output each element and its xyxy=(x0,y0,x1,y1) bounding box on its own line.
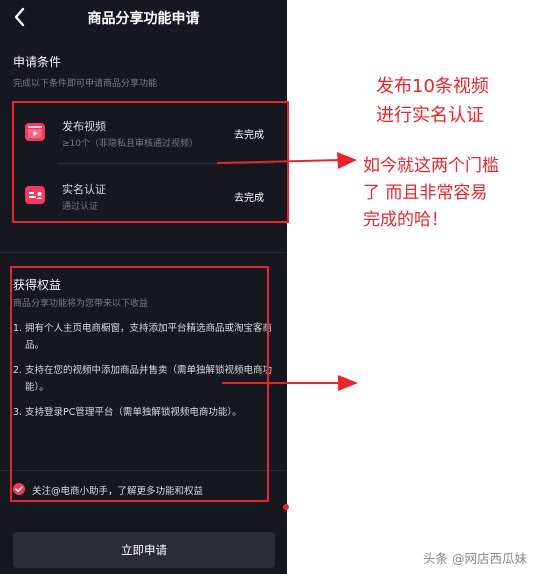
conditions-title: 申请条件 xyxy=(13,55,62,69)
apply-now-button[interactable]: 立即申请 xyxy=(13,532,275,568)
annotation-arrow-icon xyxy=(222,375,358,391)
annotation-text: 完成的哈！ xyxy=(363,210,448,230)
page-title: 商品分享功能申请 xyxy=(87,11,200,27)
annotation-text: 如今就这两个门槛 xyxy=(363,156,499,176)
nav-bar: 商品分享功能申请 xyxy=(0,0,287,36)
annotation-text: 发布10条视频 xyxy=(376,76,489,97)
watermark: 头条 @网店西瓜妹 xyxy=(423,551,527,566)
annotation-arrow-icon xyxy=(216,152,357,169)
conditions-subtitle: 完成以下条件即可申请商品分享功能 xyxy=(13,79,158,89)
section-divider xyxy=(0,252,287,253)
annotation-text: 了 而且非常容易 xyxy=(363,183,488,203)
red-dot xyxy=(283,504,289,510)
annotation-text: 进行实名认证 xyxy=(376,105,484,126)
